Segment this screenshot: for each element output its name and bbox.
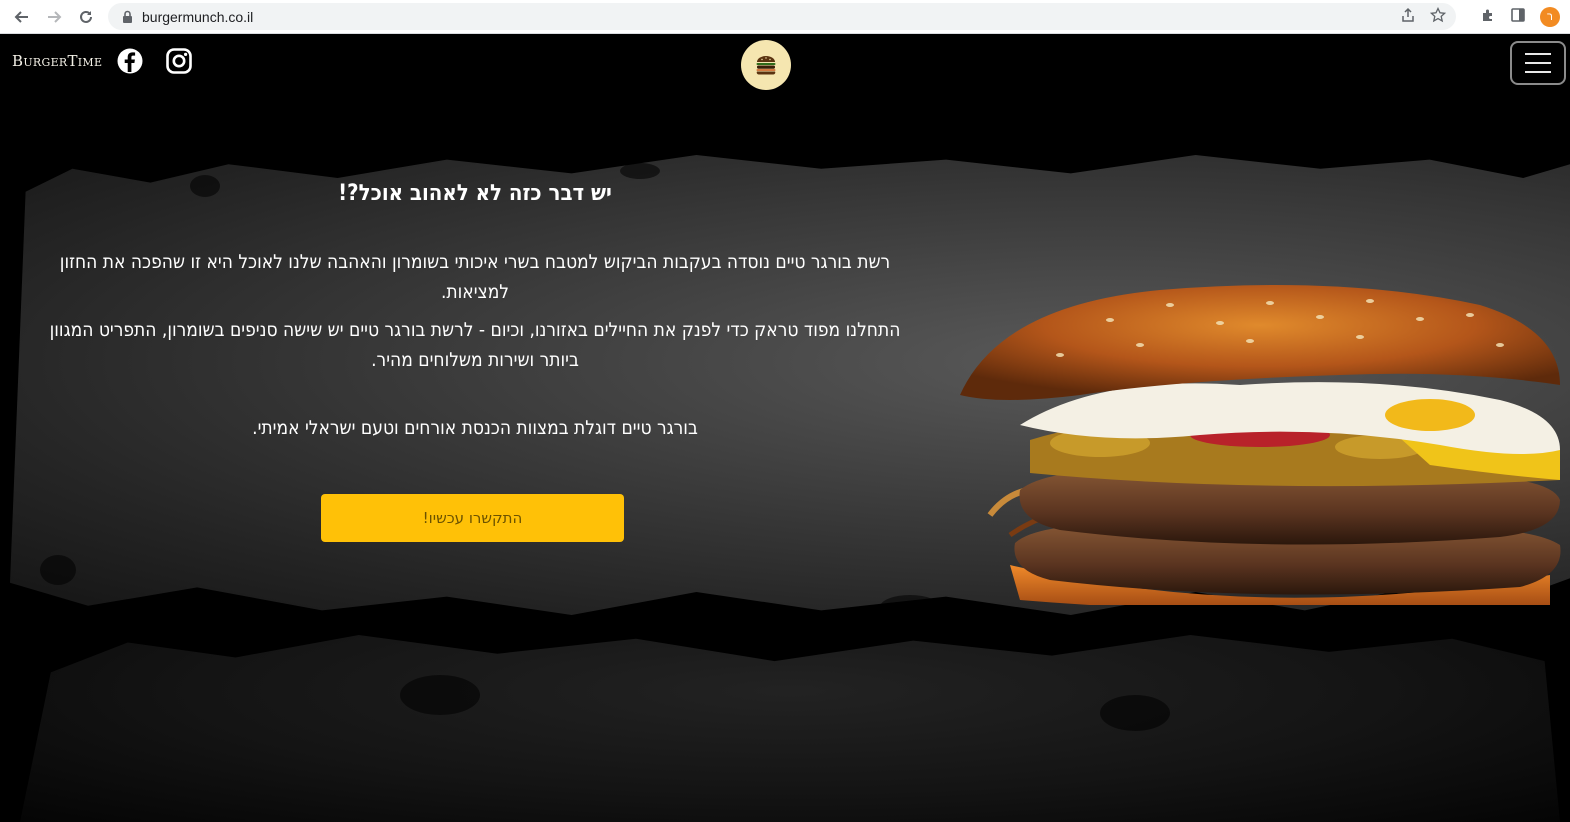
extensions-icon[interactable] <box>1480 7 1496 27</box>
hero-title: יש דבר כזה לא לאהוב אוכל?! <box>338 181 612 206</box>
hero-paragraph: בורגר טיים דוגלת במצוות הכנסת אורחים וטע… <box>252 417 698 439</box>
logo[interactable] <box>741 40 791 90</box>
instagram-icon[interactable] <box>165 47 193 75</box>
menu-icon <box>1525 53 1551 55</box>
hero-paragraph: רשת בורגר טיים נוסדה בעקבות הביקוש למטבח… <box>59 251 891 303</box>
page: BurgerTime יש דבר כזה לא לאהוב אוכל?! רש… <box>0 35 1570 822</box>
brand-name[interactable]: BurgerTime <box>12 52 102 70</box>
address-bar[interactable]: burgermunch.co.il <box>108 3 1456 30</box>
profile-avatar[interactable]: ר <box>1540 7 1560 27</box>
side-panel-icon[interactable] <box>1510 7 1526 27</box>
share-icon[interactable] <box>1400 7 1416 27</box>
reload-icon[interactable] <box>72 3 100 31</box>
back-icon[interactable] <box>8 3 36 31</box>
forward-icon[interactable] <box>40 3 68 31</box>
burger-logo-icon <box>756 56 776 75</box>
facebook-icon[interactable] <box>116 47 144 75</box>
url-text: burgermunch.co.il <box>142 8 254 25</box>
texture-speck <box>620 163 660 179</box>
browser-toolbar: burgermunch.co.il ר <box>0 0 1570 34</box>
menu-icon-line <box>1525 62 1551 64</box>
texture-speck <box>880 595 940 619</box>
site-header: BurgerTime <box>0 35 1570 91</box>
burger-image <box>960 285 1561 605</box>
menu-icon-line <box>1525 71 1551 73</box>
texture-speck <box>1100 695 1170 731</box>
texture-speck <box>400 675 480 715</box>
lock-icon[interactable] <box>120 10 134 24</box>
texture-speck <box>40 555 76 585</box>
hero-paragraph: התחלנו מפוד טראק כדי לפנק את החיילים באז… <box>49 319 901 371</box>
star-icon[interactable] <box>1429 6 1447 27</box>
grunge-texture <box>20 635 1560 822</box>
call-now-button[interactable]: התקשרו עכשיו! <box>321 494 624 542</box>
menu-button[interactable] <box>1510 41 1566 85</box>
